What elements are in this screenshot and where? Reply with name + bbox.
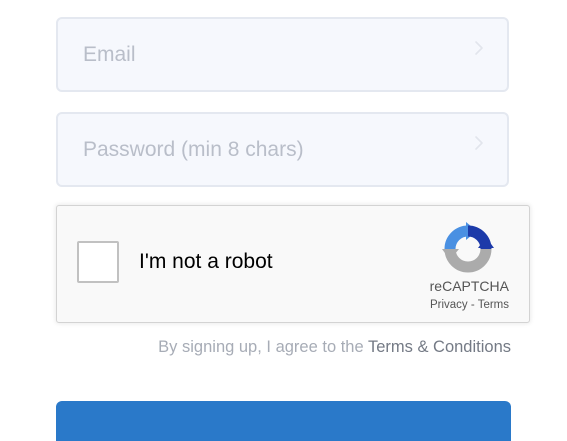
- recaptcha-link-separator: -: [467, 299, 478, 311]
- terms-agreement-text: By signing up, I agree to the: [158, 338, 368, 356]
- sign-up-button[interactable]: [56, 401, 511, 441]
- recaptcha-links: Privacy - Terms: [430, 299, 509, 311]
- email-field[interactable]: [56, 17, 509, 92]
- terms-agreement: By signing up, I agree to the Terms & Co…: [158, 338, 511, 357]
- email-input[interactable]: [58, 19, 507, 90]
- recaptcha-widget: I'm not a robot reCAPTCHA Privacy - Term…: [56, 205, 530, 323]
- password-field[interactable]: [56, 112, 509, 187]
- recaptcha-privacy-link[interactable]: Privacy: [430, 299, 468, 311]
- recaptcha-terms-link[interactable]: Terms: [478, 299, 509, 311]
- chevron-right-icon: [475, 136, 483, 150]
- recaptcha-logo-icon: [442, 222, 494, 273]
- recaptcha-checkbox[interactable]: [77, 241, 119, 283]
- chevron-right-icon: [475, 41, 483, 55]
- terms-conditions-link[interactable]: Terms & Conditions: [368, 338, 511, 356]
- password-input[interactable]: [58, 114, 507, 185]
- recaptcha-brand: reCAPTCHA: [429, 278, 509, 294]
- recaptcha-label: I'm not a robot: [139, 250, 273, 273]
